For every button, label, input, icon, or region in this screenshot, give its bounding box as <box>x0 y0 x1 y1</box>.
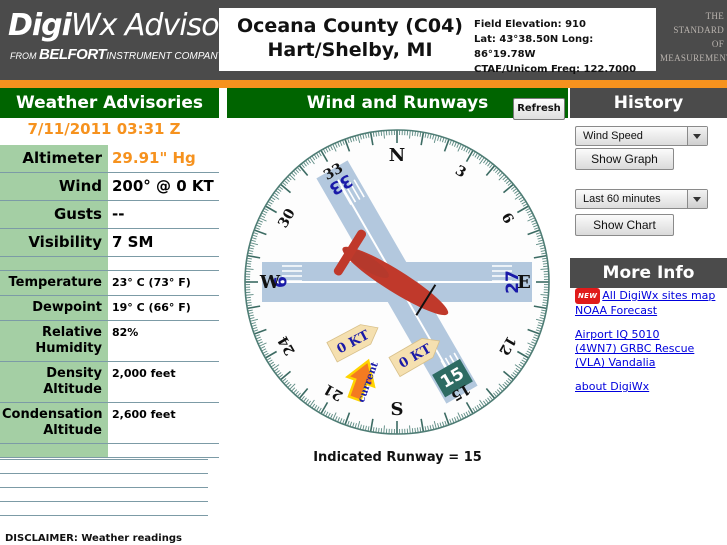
lat-long: Lat: 43°38.50N Long: 86°19.78W <box>474 34 594 60</box>
logo-belfort: BELFORT <box>39 46 107 63</box>
info-link-label: All DigiWx sites map <box>602 289 716 302</box>
history-header: History <box>570 88 727 118</box>
observation-label: Gusts <box>0 201 108 228</box>
refresh-button[interactable]: Refresh <box>513 98 565 120</box>
observation-row: Density Altitude 2,000 feet <box>0 362 219 403</box>
info-link[interactable]: Airport IQ 5010 <box>575 328 725 342</box>
standard-of-measurement-tagline: THE STANDARD OF MEASUREMENT <box>660 9 727 65</box>
observation-value: 19° C (66° F) <box>108 296 219 320</box>
more-info-header: More Info <box>570 258 727 288</box>
logo-from: FROM <box>10 51 39 61</box>
observation-table: Altimeter 29.91" Hg Wind 200° @ 0 KT Gusts --… <box>0 145 219 458</box>
observation-row: Altimeter 29.91" Hg <box>0 145 219 173</box>
observation-row: Dewpoint 19° C (66° F) <box>0 296 219 321</box>
info-link-label: about DigiWx <box>575 380 650 393</box>
observation-value: 82% <box>108 321 219 361</box>
info-link[interactable]: (VLA) Vandalia <box>575 356 725 370</box>
logo-wx-advisor: Wx Advisor <box>70 8 231 43</box>
indicated-runway-label: Indicated Runway = 15 <box>313 450 482 465</box>
rule <box>0 501 208 502</box>
observation-value: 7 SM <box>108 229 219 256</box>
ctaf-unicom-freq: CTAF/Unicom Freq: 122.7000 <box>474 64 637 75</box>
rule <box>0 459 208 460</box>
history-range-select[interactable]: Last 60 minutes <box>575 189 708 209</box>
logo-wordmark: DigiWx Advisor™ <box>8 6 241 43</box>
observation-row: Relative Humidity 82% <box>0 321 219 362</box>
orange-divider <box>0 80 727 88</box>
cardinal-label: N <box>389 145 405 166</box>
observation-timestamp: 7/11/2011 03:31 Z <box>0 118 208 141</box>
observation-spacer <box>0 257 219 271</box>
observation-label: Visibility <box>0 229 108 256</box>
observation-value: 23° C (73° F) <box>108 271 219 295</box>
station-name-line2: Hart/Shelby, MI <box>267 39 433 61</box>
observation-label: Condensation Altitude <box>0 403 108 443</box>
rule <box>0 515 208 516</box>
cardinal-label: S <box>391 399 404 420</box>
rule <box>0 487 208 488</box>
observation-value: 2,600 feet <box>108 403 219 443</box>
observation-value: 2,000 feet <box>108 362 219 402</box>
logo-digi: Digi <box>8 8 72 43</box>
info-link[interactable]: NOAA Forecast <box>575 304 725 318</box>
observation-label: Temperature <box>0 271 108 295</box>
info-link-label: NOAA Forecast <box>575 304 658 317</box>
station-info-box: Oceana County (C04) Hart/Shelby, MI Fiel… <box>219 8 656 75</box>
info-link[interactable]: (4WN7) GRBC Rescue <box>575 342 725 356</box>
observation-spacer <box>0 444 219 458</box>
logo-company-line: FROM BELFORTINSTRUMENT COMPANY <box>10 46 224 63</box>
tagline-line2: STANDARD <box>673 25 724 35</box>
table-bottom-rules <box>0 459 208 529</box>
logo-instrument-company: INSTRUMENT COMPANY <box>106 51 225 62</box>
observation-row: Temperature 23° C (73° F) <box>0 271 219 296</box>
observation-value: 200° @ 0 KT <box>108 173 219 200</box>
info-link[interactable]: about DigiWx <box>575 380 725 394</box>
station-name-line1: Oceana County (C04) <box>237 15 463 37</box>
top-banner: DigiWx Advisor™ FROM BELFORTINSTRUMENT C… <box>0 0 727 80</box>
info-link-label: (4WN7) GRBC Rescue <box>575 342 695 355</box>
observation-label: Altimeter <box>0 145 108 172</box>
station-metadata: Field Elevation: 910 Lat: 43°38.50N Long… <box>474 17 654 77</box>
digiwx-advisor-page: DigiWx Advisor™ FROM BELFORTINSTRUMENT C… <box>0 0 727 545</box>
info-link[interactable]: NEW All DigiWx sites map <box>575 288 725 304</box>
chevron-down-icon[interactable] <box>687 127 707 145</box>
info-link-label: (VLA) Vandalia <box>575 356 656 369</box>
cardinal-label: W <box>259 272 281 293</box>
observation-label: Dewpoint <box>0 296 108 320</box>
new-badge-icon: NEW <box>575 288 601 304</box>
history-metric-value: Wind Speed <box>583 130 643 142</box>
cardinal-label: E <box>517 272 531 293</box>
link-gap <box>575 370 725 380</box>
compass-rose-svg: 27915330 KT 0 KTcurrentNESW36121521243033 <box>244 129 550 435</box>
observation-row: Condensation Altitude 2,600 feet <box>0 403 219 444</box>
weather-advisories-header: Weather Advisories <box>0 88 219 118</box>
observation-label: Density Altitude <box>0 362 108 402</box>
more-info-links: NEW All DigiWx sites map NOAA Forecast Airp… <box>575 288 725 394</box>
show-chart-button[interactable]: Show Chart <box>575 214 674 236</box>
field-elevation: Field Elevation: 910 <box>474 19 586 30</box>
observation-value: -- <box>108 201 219 228</box>
link-gap <box>575 318 725 328</box>
disclaimer-text: DISCLAIMER: Weather readings shown <box>5 533 182 544</box>
rule <box>0 473 208 474</box>
chevron-down-icon[interactable] <box>687 190 707 208</box>
observation-value: 29.91" Hg <box>108 145 219 172</box>
observation-row: Wind 200° @ 0 KT <box>0 173 219 201</box>
tagline-line3: OF <box>711 39 724 49</box>
observation-label: Wind <box>0 173 108 200</box>
show-graph-button[interactable]: Show Graph <box>575 148 674 170</box>
observation-label: Relative Humidity <box>0 321 108 361</box>
observation-row: Gusts -- <box>0 201 219 229</box>
tagline-line4: MEASUREMENT <box>660 53 727 63</box>
info-link-label: Airport IQ 5010 <box>575 328 660 341</box>
digiwx-logo[interactable]: DigiWx Advisor™ FROM BELFORTINSTRUMENT C… <box>6 2 241 74</box>
tagline-line1: THE <box>705 11 724 21</box>
wind-runway-compass: 27 9 15 33 0 KT 0 KT current N E S W 3 6 12 15 21 24 30 33 <box>227 122 568 462</box>
station-name: Oceana County (C04) Hart/Shelby, MI <box>225 14 475 62</box>
history-range-value: Last 60 minutes <box>583 193 661 205</box>
observation-row: Visibility 7 SM <box>0 229 219 257</box>
history-metric-select[interactable]: Wind Speed <box>575 126 708 146</box>
